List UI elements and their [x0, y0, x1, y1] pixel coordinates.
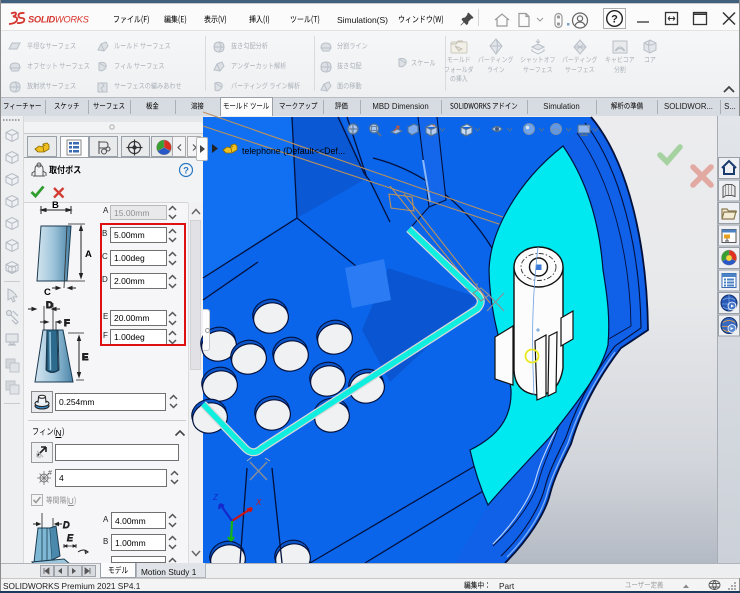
- svg-text:D: D: [63, 520, 70, 530]
- svg-text:SOLIDWORKS: SOLIDWORKS: [28, 15, 90, 25]
- svg-text:?: ?: [611, 14, 618, 26]
- svg-text:F: F: [64, 318, 70, 329]
- svg-text:E: E: [67, 533, 74, 543]
- svg-text:C: C: [44, 287, 51, 298]
- svg-text:X: X: [255, 498, 262, 507]
- svg-text:E: E: [82, 352, 88, 363]
- svg-text:B: B: [52, 200, 59, 211]
- svg-text:D: D: [46, 300, 53, 311]
- svg-text:?: ?: [183, 166, 189, 177]
- svg-text:A: A: [85, 249, 92, 260]
- svg-text:#: #: [48, 470, 52, 477]
